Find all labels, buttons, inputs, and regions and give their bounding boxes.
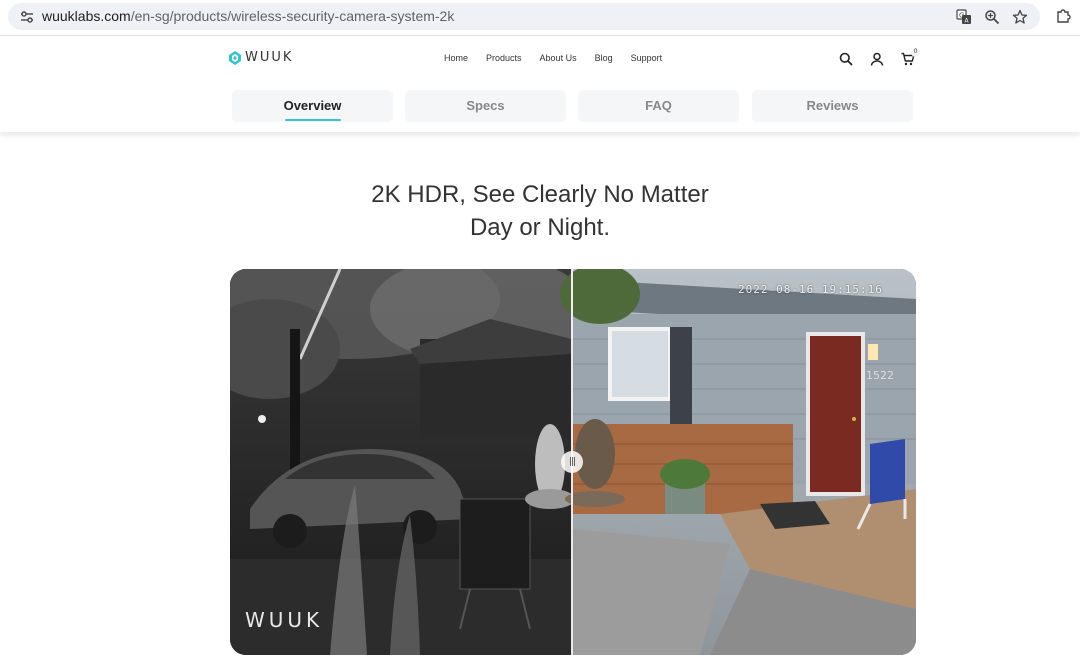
tab-overview-label: Overview: [283, 98, 342, 113]
tab-specs[interactable]: Specs: [405, 90, 566, 122]
comparison-slider-handle[interactable]: |||: [561, 451, 583, 473]
main-nav: Home Products About Us Blog Support: [444, 53, 680, 63]
nav-item-blog[interactable]: Blog: [595, 53, 613, 63]
night-vision-view: [230, 269, 590, 655]
tab-overview[interactable]: Overview: [232, 90, 393, 122]
extensions-icon[interactable]: [1055, 6, 1073, 24]
logo-text: WUUK: [245, 50, 294, 65]
camera-timestamp: 2022-08-16 19:15:16: [738, 283, 883, 296]
browser-toolbar: wuuklabs.com/en-sg/products/wireless-sec…: [0, 0, 1080, 36]
zoom-icon[interactable]: [984, 9, 1000, 25]
brand-logo[interactable]: WUUK: [229, 50, 293, 65]
section-headline: 2K HDR, See Clearly No Matter Day or Nig…: [240, 178, 840, 244]
headline-line-1: 2K HDR, See Clearly No Matter: [371, 181, 709, 208]
headline-line-2: Day or Night.: [469, 214, 611, 241]
search-icon[interactable]: [839, 52, 853, 66]
active-tab-indicator: [285, 119, 341, 121]
nav-item-about-us[interactable]: About Us: [540, 53, 577, 63]
address-bar[interactable]: wuuklabs.com/en-sg/products/wireless-sec…: [8, 3, 1040, 30]
day-color-view: [560, 269, 916, 655]
tab-faq[interactable]: FAQ: [578, 90, 739, 122]
url-host: wuuklabs.com: [42, 8, 131, 24]
site-header: WUUK Home Products About Us Blog Support…: [0, 36, 1080, 132]
nav-item-home[interactable]: Home: [444, 53, 468, 63]
tune-icon[interactable]: [20, 10, 34, 24]
nav-item-products[interactable]: Products: [486, 53, 522, 63]
logo-mark-icon: [229, 50, 241, 65]
bookmark-star-icon[interactable]: [1012, 9, 1028, 25]
url-text[interactable]: wuuklabs.com/en-sg/products/wireless-sec…: [42, 8, 454, 25]
product-tabs: Overview Specs FAQ Reviews: [232, 90, 914, 122]
tab-specs-label: Specs: [466, 98, 505, 113]
tab-reviews-label: Reviews: [806, 98, 859, 113]
cart-count-badge: 0: [911, 48, 920, 57]
image-watermark: WUUK: [245, 608, 324, 632]
house-number: 1522: [866, 369, 894, 382]
tab-reviews[interactable]: Reviews: [752, 90, 913, 122]
handle-grip-icon: |||: [568, 457, 576, 467]
tab-faq-label: FAQ: [645, 98, 672, 113]
account-icon[interactable]: [870, 52, 884, 66]
url-path: /en-sg/products/wireless-security-camera…: [130, 8, 455, 24]
nav-item-support[interactable]: Support: [631, 53, 663, 63]
translate-icon[interactable]: G A: [956, 9, 972, 25]
